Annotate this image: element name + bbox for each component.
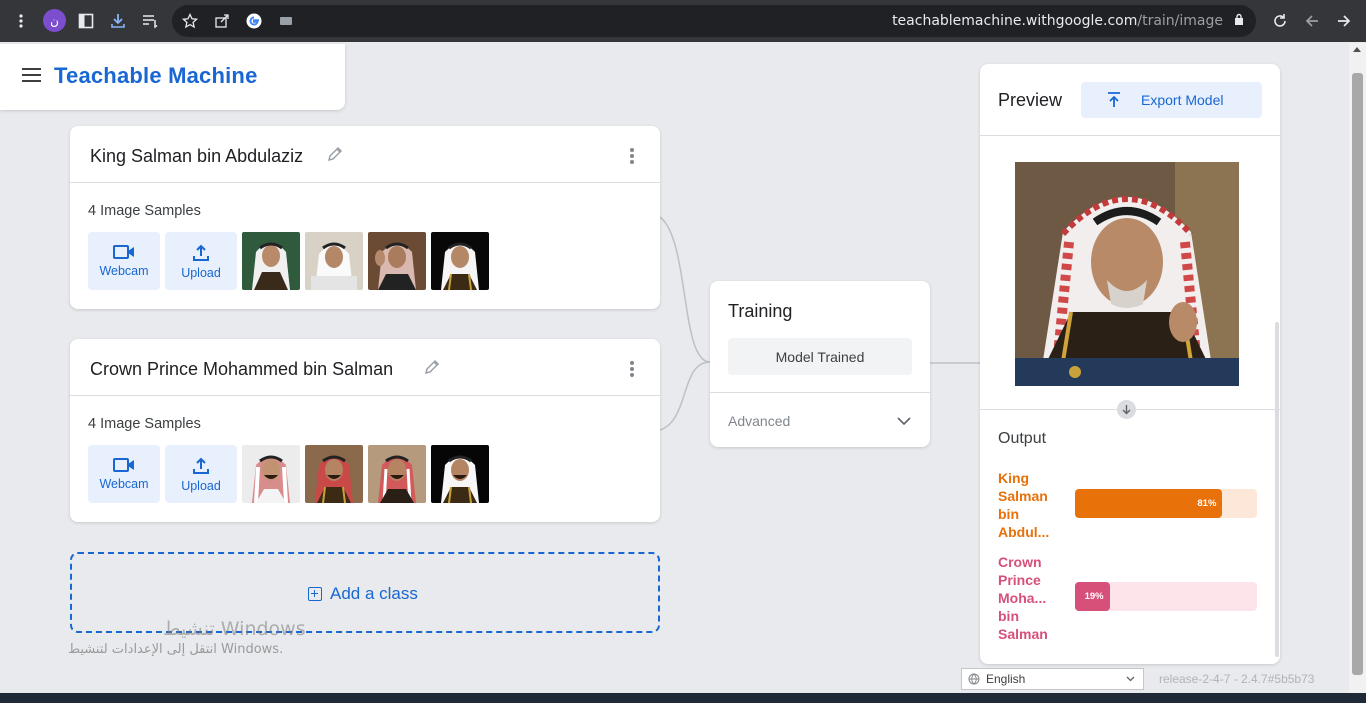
output-title: Output xyxy=(998,430,1047,447)
training-title: Training xyxy=(728,301,793,321)
release-version: release-2-4-7 - 2.4.7#5b5b73 xyxy=(1159,672,1315,686)
class-name[interactable]: Crown Prince Mohammed bin Salman xyxy=(90,359,393,380)
preview-panel: Preview Export Model Output King Salman … xyxy=(980,64,1280,664)
add-box-icon xyxy=(308,587,322,601)
sample-thumbnail[interactable] xyxy=(305,445,363,503)
hamburger-menu-icon[interactable] xyxy=(22,68,41,82)
class-card-header: King Salman bin Abdulaziz xyxy=(70,126,660,183)
class-card-header: Crown Prince Mohammed bin Salman xyxy=(70,339,660,396)
samples-count: 4 Image Samples xyxy=(88,203,201,219)
globe-icon xyxy=(968,673,980,685)
webcam-button[interactable]: Webcam xyxy=(88,445,160,503)
training-card: Training Model Trained Advanced xyxy=(710,281,930,447)
output-label-class-2: Crown Prince Moha... bin Salman xyxy=(998,554,1048,642)
output-bar-class-2: 19% xyxy=(1075,582,1257,611)
windows-activation-watermark: تنشيط Windows xyxy=(163,618,306,640)
edit-pencil-icon[interactable] xyxy=(422,357,442,377)
samples-count: 4 Image Samples xyxy=(88,416,201,432)
preview-title: Preview xyxy=(998,90,1063,110)
class-card-king-salman: King Salman bin Abdulaziz 4 Image Sample… xyxy=(70,126,660,309)
sample-thumbnail[interactable] xyxy=(242,445,300,503)
output-bar-fill: 19% xyxy=(1075,582,1110,611)
sample-thumbnail[interactable] xyxy=(368,232,426,290)
language-select[interactable]: English xyxy=(961,668,1144,690)
upload-icon xyxy=(193,244,209,261)
export-model-button[interactable]: Export Model xyxy=(1081,82,1262,118)
upload-button[interactable]: Upload xyxy=(165,232,237,290)
scrollbar-thumb[interactable] xyxy=(1352,73,1363,675)
sample-thumbnail[interactable] xyxy=(242,232,300,290)
output-label-class-1: King Salman bin Abdul... xyxy=(998,470,1050,540)
class-name[interactable]: King Salman bin Abdulaziz xyxy=(90,146,303,167)
upload-icon xyxy=(193,457,209,474)
chevron-down-icon xyxy=(1126,676,1135,682)
scroll-up-icon[interactable] xyxy=(1353,47,1361,52)
preview-scrollbar[interactable] xyxy=(1275,322,1279,657)
sample-thumbnail[interactable] xyxy=(431,445,489,503)
add-class-button[interactable]: Add a class xyxy=(70,552,660,633)
app-header: Teachable Machine xyxy=(0,44,345,110)
webcam-icon xyxy=(113,245,134,259)
page-scrollbar[interactable] xyxy=(1349,43,1366,693)
brand-title[interactable]: Teachable Machine xyxy=(54,63,258,89)
model-trained-button[interactable]: Model Trained xyxy=(728,338,912,375)
webcam-icon xyxy=(113,458,134,472)
upload-button[interactable]: Upload xyxy=(165,445,237,503)
os-taskbar xyxy=(0,693,1366,703)
output-bar-class-1: 81% xyxy=(1075,489,1257,518)
sample-thumbnail[interactable] xyxy=(368,445,426,503)
webcam-button[interactable]: Webcam xyxy=(88,232,160,290)
output-bar-fill: 81% xyxy=(1075,489,1223,518)
edit-pencil-icon[interactable] xyxy=(325,144,345,164)
windows-activation-watermark-subtitle: انتقل إلى الإعدادات لتنشيط Windows. xyxy=(68,642,284,657)
arrow-down-icon[interactable] xyxy=(1117,400,1136,419)
class-card-crown-prince: Crown Prince Mohammed bin Salman 4 Image… xyxy=(70,339,660,522)
chevron-down-icon[interactable] xyxy=(896,413,912,429)
class-options-icon[interactable] xyxy=(630,148,634,164)
sample-thumbnail[interactable] xyxy=(431,232,489,290)
export-upload-icon xyxy=(1108,92,1120,107)
advanced-toggle[interactable]: Advanced xyxy=(728,413,790,429)
preview-image xyxy=(1015,162,1239,386)
class-options-icon[interactable] xyxy=(630,361,634,377)
sample-thumbnail[interactable] xyxy=(305,232,363,290)
